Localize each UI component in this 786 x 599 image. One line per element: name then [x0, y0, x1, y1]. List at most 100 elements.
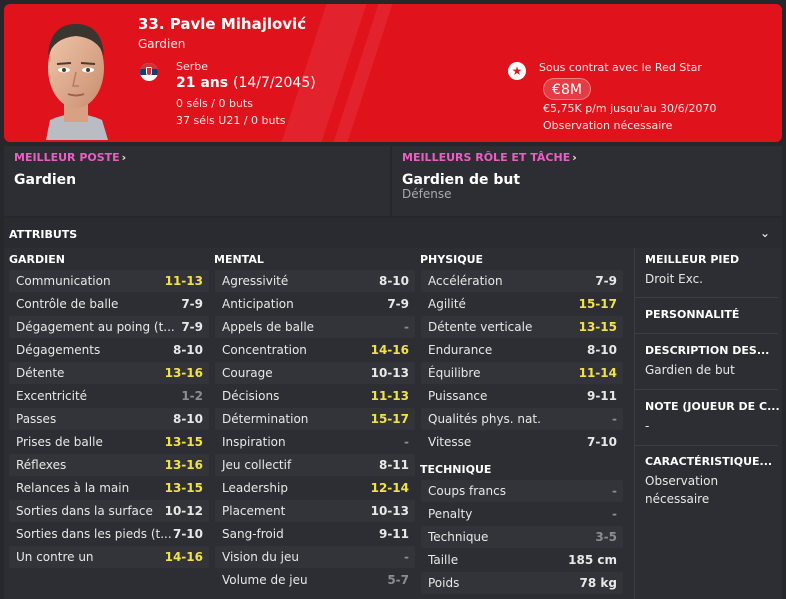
attribute-row[interactable]: Prises de balle 13-15: [9, 431, 209, 453]
attribute-row[interactable]: Placement 10-13: [215, 500, 415, 522]
attribute-row[interactable]: Excentricité 1-2: [9, 385, 209, 407]
attribute-row[interactable]: Courage 10-13: [215, 362, 415, 384]
attributes-header[interactable]: ATTRIBUTS ⌄: [4, 218, 782, 248]
attribute-row[interactable]: Vitesse 7-10: [421, 431, 623, 453]
characteristics-value: nécessaire: [645, 492, 710, 506]
personality-block: PERSONNALITÉ: [634, 298, 778, 334]
technique-title: TECHNIQUE: [420, 463, 492, 476]
attribute-value: -: [612, 412, 617, 426]
attribute-row[interactable]: Taille 185 cm: [421, 549, 623, 571]
attribute-value: 8-11: [378, 458, 409, 472]
attribute-row[interactable]: Concentration 14-16: [215, 339, 415, 361]
attribute-value: -: [404, 550, 409, 564]
characteristics-title: CARACTÉRISTIQUE...: [645, 455, 773, 468]
best-position-title[interactable]: MEILLEUR POSTE: [14, 151, 120, 164]
attribute-row[interactable]: Vision du jeu -: [215, 546, 415, 568]
attribute-value: 7-9: [387, 297, 409, 311]
attribute-row[interactable]: Endurance 8-10: [421, 339, 623, 361]
attribute-label: Dégagements: [16, 343, 101, 357]
attribute-value: 15-17: [578, 297, 617, 311]
attribute-label: Endurance: [428, 343, 493, 357]
club-badge-icon[interactable]: ★: [508, 62, 526, 80]
best-foot-block: MEILLEUR PIED Droit Exc.: [634, 248, 778, 298]
attribute-value: 8-10: [586, 343, 617, 357]
attribute-row[interactable]: Contrôle de balle 7-9: [9, 293, 209, 315]
attribute-label: Leadership: [222, 481, 288, 495]
attribute-row[interactable]: Volume de jeu 5-7: [215, 569, 415, 591]
attribute-row[interactable]: Puissance 9-11: [421, 385, 623, 407]
attribute-row[interactable]: Poids 78 kg: [421, 572, 623, 594]
attribute-row[interactable]: Agilité 15-17: [421, 293, 623, 315]
attribute-value: 10-13: [370, 504, 409, 518]
attribute-row[interactable]: Réflexes 13-16: [9, 454, 209, 476]
attribute-value: 11-13: [370, 389, 409, 403]
attribute-row[interactable]: Coups francs -: [421, 480, 623, 502]
attribute-value: -: [404, 320, 409, 334]
attribute-value: 7-10: [172, 527, 203, 541]
attribute-label: Dégagement au poing (t...: [16, 320, 175, 334]
attribute-label: Détermination: [222, 412, 309, 426]
player-header: 33. Pavle Mihajlović Gardien Serbe 21 an…: [4, 4, 782, 142]
attribute-label: Appels de balle: [222, 320, 315, 334]
goalkeeping-title: GARDIEN: [9, 253, 65, 266]
coach-note-block: NOTE (JOUEUR DE C... -: [634, 390, 780, 446]
best-position-panel: MEILLEUR POSTE › Gardien: [4, 146, 390, 216]
attribute-label: Vision du jeu: [222, 550, 299, 564]
coach-note-value: -: [645, 419, 650, 433]
attribute-row[interactable]: Sorties dans les pieds (t... 7-10: [9, 523, 209, 545]
attribute-row[interactable]: Décisions 11-13: [215, 385, 415, 407]
attribute-row[interactable]: Technique 3-5: [421, 526, 623, 548]
best-role-link[interactable]: MEILLEURS RÔLE ET TÂCHE ›: [402, 151, 577, 164]
attribute-row[interactable]: Un contre un 14-16: [9, 546, 209, 568]
attribute-row[interactable]: Anticipation 7-9: [215, 293, 415, 315]
attribute-label: Réflexes: [16, 458, 67, 472]
player-age: 21 ans (14/7/2045): [176, 75, 316, 91]
age-value: 21 ans: [176, 75, 229, 91]
attribute-value: 13-15: [164, 481, 203, 495]
attribute-row[interactable]: Dégagement au poing (t... 7-9: [9, 316, 209, 338]
attribute-row[interactable]: Détente 13-16: [9, 362, 209, 384]
attribute-row[interactable]: Sang-froid 9-11: [215, 523, 415, 545]
attribute-row[interactable]: Sorties dans la surface 10-12: [9, 500, 209, 522]
attribute-row[interactable]: Agressivité 8-10: [215, 270, 415, 292]
attribute-label: Vitesse: [428, 435, 472, 449]
attribute-value: 7-10: [586, 435, 617, 449]
attributes-title: ATTRIBUTS: [9, 228, 78, 241]
best-role-title[interactable]: MEILLEURS RÔLE ET TÂCHE: [402, 151, 570, 164]
attribute-label: Agilité: [428, 297, 466, 311]
attribute-row[interactable]: Détente verticale 13-15: [421, 316, 623, 338]
attribute-label: Sang-froid: [222, 527, 284, 541]
attribute-label: Puissance: [428, 389, 488, 403]
attribute-row[interactable]: Inspiration -: [215, 431, 415, 453]
attribute-row[interactable]: Équilibre 11-14: [421, 362, 623, 384]
attribute-value: -: [612, 507, 617, 521]
attribute-row[interactable]: Dégagements 8-10: [9, 339, 209, 361]
nationality: Serbe: [176, 60, 209, 73]
attribute-row[interactable]: Appels de balle -: [215, 316, 415, 338]
attribute-value: 13-15: [164, 435, 203, 449]
attribute-row[interactable]: Détermination 15-17: [215, 408, 415, 430]
best-position-value: Gardien: [14, 172, 77, 188]
attribute-row[interactable]: Relances à la main 13-15: [9, 477, 209, 499]
description-title: DESCRIPTION DES...: [645, 344, 770, 357]
attribute-value: 14-16: [164, 550, 203, 564]
best-role-panel: MEILLEURS RÔLE ET TÂCHE › Gardien de but …: [392, 146, 782, 216]
attribute-row[interactable]: Communication 11-13: [9, 270, 209, 292]
attribute-label: Accélération: [428, 274, 503, 288]
attribute-value: 7-9: [595, 274, 617, 288]
attribute-row[interactable]: Leadership 12-14: [215, 477, 415, 499]
date-of-birth: (14/7/2045): [232, 75, 316, 91]
attribute-row[interactable]: Penalty -: [421, 503, 623, 525]
attribute-value: 11-14: [578, 366, 617, 380]
attribute-label: Équilibre: [428, 366, 481, 380]
chevron-down-icon[interactable]: ⌄: [760, 226, 770, 240]
attribute-row[interactable]: Jeu collectif 8-11: [215, 454, 415, 476]
transfer-value-badge[interactable]: €8M: [543, 78, 591, 100]
serbia-flag-icon: [140, 63, 158, 81]
attribute-row[interactable]: Qualités phys. nat. -: [421, 408, 623, 430]
best-role-duty: Défense: [402, 187, 452, 201]
attribute-value: 11-13: [164, 274, 203, 288]
attribute-row[interactable]: Accélération 7-9: [421, 270, 623, 292]
attribute-row[interactable]: Passes 8-10: [9, 408, 209, 430]
best-position-link[interactable]: MEILLEUR POSTE ›: [14, 151, 126, 164]
